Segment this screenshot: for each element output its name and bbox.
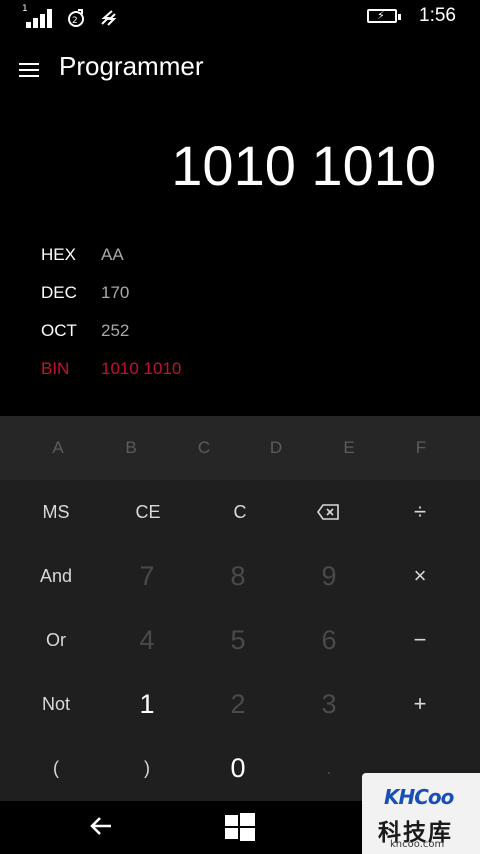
key-hex-c[interactable]: C [168,416,240,480]
keypad: A B C D E F MS CE C ÷ And 7 8 9 × Or 4 5… [0,416,480,801]
key-open-paren[interactable]: ( [10,736,102,800]
status-bar: 1 2 ⚡ 1:56 [0,0,480,34]
wifi-sharing-icon [101,10,117,26]
svg-text:2: 2 [72,16,78,26]
clock: 1:56 [419,5,456,26]
key-6[interactable]: 6 [283,608,375,672]
key-not[interactable]: Not [10,672,102,736]
windows-start-icon[interactable] [225,812,255,842]
signal-strength-icon: 1 [22,4,54,28]
key-and[interactable]: And [10,544,102,608]
key-4[interactable]: 4 [101,608,193,672]
radix-bin[interactable]: BIN 1010 1010 [41,359,341,383]
radix-label: OCT [41,321,77,340]
key-0[interactable]: 0 [192,736,284,800]
radix-label: DEC [41,283,77,302]
radix-value: AA [101,245,124,264]
watermark-url: khcoo.com [390,839,445,850]
radix-label: BIN [41,359,70,378]
sim-number: 1 [22,4,28,14]
key-plus[interactable]: + [374,672,466,736]
key-hex-f[interactable]: F [385,416,457,480]
radix-oct[interactable]: OCT 252 [41,321,341,345]
data-connection-icon: 2 [68,9,84,27]
radix-value: 170 [101,283,130,302]
key-7[interactable]: 7 [101,544,193,608]
radix-value: 252 [101,321,130,340]
key-backspace[interactable] [282,480,374,544]
key-2[interactable]: 2 [192,672,284,736]
radix-dec[interactable]: DEC 170 [41,283,341,307]
radix-label: HEX [41,245,76,264]
key-3[interactable]: 3 [283,672,375,736]
key-close-paren[interactable]: ) [101,736,193,800]
hamburger-menu-icon[interactable] [19,63,39,77]
battery-charging-icon: ⚡ [367,9,402,23]
status-icons-left: 1 2 [22,4,118,28]
app-header: Programmer [0,46,480,90]
status-icons-right: ⚡ 1:56 [367,5,456,27]
radix-hex[interactable]: HEX AA [41,245,341,269]
key-minus[interactable]: − [374,608,466,672]
key-or[interactable]: Or [10,608,102,672]
key-1[interactable]: 1 [101,672,193,736]
page-title: Programmer [59,51,204,81]
key-multiply[interactable]: × [374,544,466,608]
key-hex-b[interactable]: B [95,416,167,480]
backspace-icon [317,504,339,520]
watermark: KHCoo 科技库 khcoo.com [362,773,480,854]
back-arrow-icon[interactable] [89,813,115,839]
key-hex-e[interactable]: E [313,416,385,480]
key-8[interactable]: 8 [192,544,284,608]
hex-key-row: A B C D E F [0,416,480,480]
key-9[interactable]: 9 [283,544,375,608]
key-ms[interactable]: MS [10,480,102,544]
watermark-logo: KHCoo [384,785,454,809]
key-c[interactable]: C [194,480,286,544]
key-divide[interactable]: ÷ [374,480,466,544]
key-ce[interactable]: CE [102,480,194,544]
key-hex-d[interactable]: D [240,416,312,480]
key-5[interactable]: 5 [192,608,284,672]
key-hex-a[interactable]: A [22,416,94,480]
result-display: 1010 1010 [171,134,436,197]
radix-value: 1010 1010 [101,359,182,378]
